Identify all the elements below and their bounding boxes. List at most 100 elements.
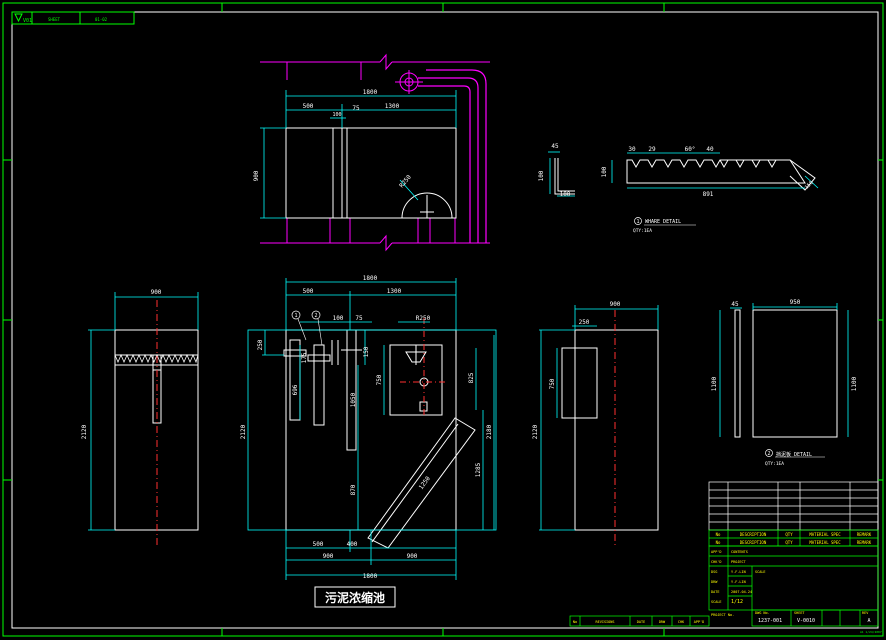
section-dim-1800: 1800 (363, 275, 378, 282)
front-dim-2120: 2120 (81, 424, 88, 439)
wehr-callout-number: 1 (636, 219, 639, 225)
tb-head2-desc: DESCRIPTION (740, 540, 767, 545)
wehr-dim-30: 30 (628, 146, 636, 153)
wehr-dim-60: 60° (685, 146, 696, 153)
tb-head2-qty: QTY (785, 540, 793, 545)
tb-head2-spec: MATERIAL SPEC (809, 540, 841, 545)
right-dim-750: 750 (549, 378, 556, 389)
section-dim-825: 825 (468, 372, 475, 383)
section-dim-750: 750 (376, 374, 383, 385)
wehr-detail-qty: QTY:1EA (633, 228, 652, 234)
section-radius-250: R250 (416, 315, 431, 322)
section-dim-500: 500 (303, 288, 314, 295)
tb-dwg-no-label: DWG No. (755, 611, 770, 615)
top-dim-radius: R250 (398, 173, 413, 189)
tb-head-qty: QTY (785, 532, 793, 537)
tb-revcol-drw: DRW (659, 620, 666, 624)
tb-revcol-no: No (573, 620, 577, 624)
tb-head-spec: MATERIAL SPEC (809, 532, 841, 537)
baffle-dim-950: 950 (790, 299, 801, 306)
section-callout-2: 2 (314, 313, 317, 319)
tb-head-desc: DESCRIPTION (740, 532, 767, 537)
baffle-detail-label: 挡泥板 DETAIL (776, 451, 812, 458)
tb-sheet-label: SHEET (794, 611, 805, 615)
top-dim-100: 100 (332, 112, 341, 118)
section-dim-2120: 2120 (240, 424, 247, 439)
section-dim-500b: 500 (313, 541, 324, 548)
tb-sheet: V-0010 (797, 618, 815, 624)
header-rev: V01 (23, 18, 32, 24)
right-dim-250: 250 (579, 319, 590, 326)
section-dim-150: 150 (363, 346, 370, 357)
tb-head2-remark: REMARK (857, 540, 872, 545)
top-dim-1300: 1300 (385, 103, 400, 110)
wehr-dim-150: 150 (804, 180, 815, 191)
tb-revcol-date: DATE (637, 620, 645, 624)
tb-rev: A (867, 618, 870, 624)
tb-revcol-appd: APP'D (694, 620, 705, 624)
wehr-dim-29: 29 (648, 146, 656, 153)
tb-row-val-3: Y.F.LIN (731, 580, 746, 584)
tb-revcol-revisions: REVISIONS (596, 620, 615, 624)
top-dim-900: 900 (253, 170, 260, 181)
section-dim-250: 250 (257, 339, 264, 350)
section-dim-1285: 1285 (475, 462, 482, 477)
section-dim-75: 75 (355, 315, 363, 322)
tb-ref: A1 1/24/2007 (860, 630, 882, 634)
top-dim-1800: 1800 (363, 89, 378, 96)
tb-row-val-5: 1/12 (731, 599, 743, 605)
title-block: No DESCRIPTION QTY MATERIAL SPEC REMARK … (569, 481, 882, 634)
top-plan-view: 1800 500 1300 100 75 900 R250 (253, 53, 490, 252)
baffle-dim-1100a: 1100 (711, 376, 718, 391)
tb-head-remark: REMARK (857, 532, 872, 537)
right-dim-900: 900 (610, 301, 621, 308)
baffle-detail-qty: QTY:1EA (765, 461, 784, 467)
drawing-title: 污泥浓缩池 (325, 590, 385, 605)
baffle-callout-number: 2 (767, 451, 770, 457)
section-dim-870: 870 (350, 484, 357, 495)
tb-row-val-4: 2007.04.24 (731, 590, 752, 594)
tb-scale-label: SCALE (755, 570, 766, 574)
tb-project-no: PROJECT No. (711, 613, 734, 617)
cad-drawing: V01 SHEET 01-02 1800 500 1300 100 75 900… (2, 2, 884, 637)
section-dim-1300: 1300 (387, 288, 402, 295)
tb-row-key-5: SCALE (711, 600, 722, 604)
section-dim-1800b: 1800 (363, 573, 378, 580)
section-dim-900a: 900 (323, 553, 334, 560)
section-dim-1050: 1050 (350, 392, 357, 407)
section-dim-2180: 2180 (486, 424, 493, 439)
wehr-detail: 45 100 100 100 30 29 60° 40 891 150 1 WH… (538, 143, 819, 234)
top-dim-500: 500 (303, 103, 314, 110)
baffle-detail: 45 950 1100 1100 2 挡泥板 DETAIL QTY:1EA (711, 299, 858, 467)
drawing-title-label: 污泥浓缩池 (314, 586, 396, 608)
section-dim-696: 696 (292, 384, 299, 395)
front-left-view: 900 2120 (81, 289, 199, 548)
section-dim-175: 175 (301, 352, 308, 363)
tb-row-val-0: CONTENTS (731, 550, 748, 554)
tb-row-val-2: Y.F.LIN (731, 570, 746, 574)
section-callout-1: 1 (294, 313, 297, 319)
tb-row-key-1: CHK'D (711, 560, 722, 564)
header-box: V01 SHEET 01-02 (11, 11, 135, 25)
baffle-dim-1100b: 1100 (851, 376, 858, 391)
tb-revcol-chk: CHK (678, 620, 685, 624)
baffle-dim-45: 45 (731, 301, 739, 308)
header-sheet: SHEET (48, 17, 61, 22)
tb-head-no: No (716, 532, 721, 537)
wehr-detail-label: WHARE DETAIL (645, 219, 681, 225)
section-dim-100: 100 (333, 315, 344, 322)
wehr-dim-100c: 100 (601, 166, 608, 177)
section-dim-1250: 1250 (418, 475, 432, 491)
tb-row-val-1: PROJECT (731, 560, 747, 564)
top-dim-75: 75 (352, 105, 360, 112)
right-side-view: 900 250 750 2120 (532, 301, 659, 548)
tb-head2-no: No (716, 540, 721, 545)
section-dim-900b: 900 (407, 553, 418, 560)
wehr-dim-891: 891 (703, 191, 714, 198)
right-dim-2120: 2120 (532, 424, 539, 439)
wehr-dim-100a: 100 (538, 170, 545, 181)
tb-row-key-4: DATE (711, 590, 719, 594)
front-dim-900: 900 (151, 289, 162, 296)
wehr-dim-45: 45 (551, 143, 559, 150)
header-range: 01-02 (95, 17, 108, 22)
